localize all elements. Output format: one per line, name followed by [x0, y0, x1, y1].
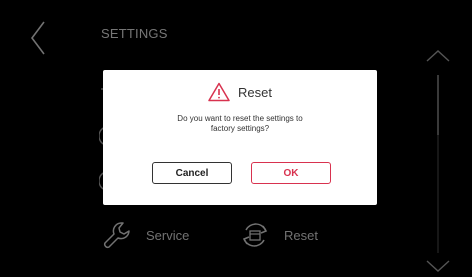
warning-icon	[208, 82, 230, 102]
dialog-message-line: factory settings?	[210, 124, 270, 133]
ok-button[interactable]: OK	[251, 162, 331, 184]
settings-screen: SETTINGS Service Reset Reset Do you want…	[0, 0, 472, 277]
dialog-header: Reset	[103, 82, 377, 102]
dialog-message: Do you want to reset the settings to fac…	[133, 114, 347, 134]
dialog-message-line: Do you want to reset the settings to	[177, 114, 303, 123]
cancel-button[interactable]: Cancel	[152, 162, 232, 184]
reset-dialog: Reset Do you want to reset the settings …	[103, 70, 377, 205]
dialog-title: Reset	[238, 84, 272, 100]
